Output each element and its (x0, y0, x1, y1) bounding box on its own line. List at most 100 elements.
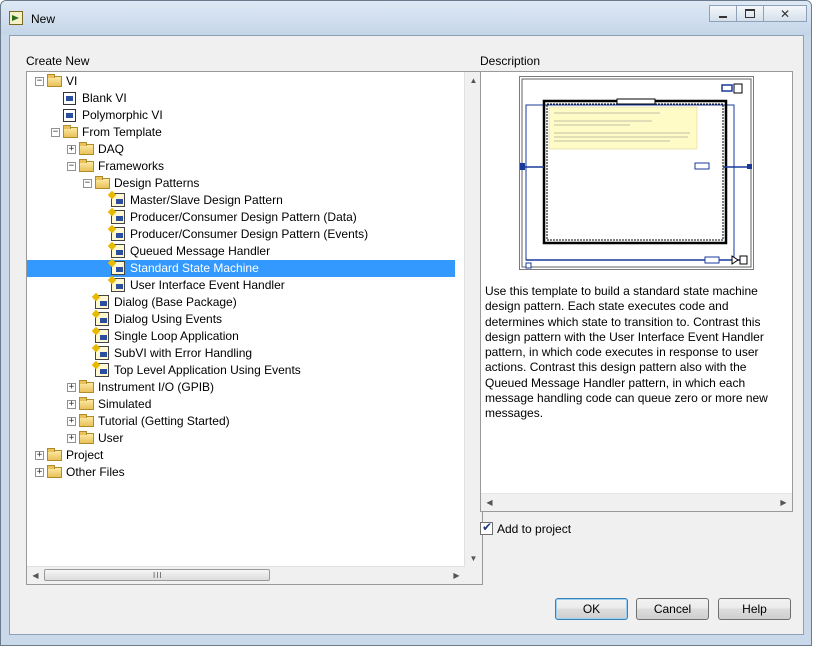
close-button[interactable]: ✕ (763, 5, 807, 22)
tree-item[interactable]: SubVI with Error Handling (27, 345, 455, 362)
tree-item[interactable]: − VI (27, 73, 455, 90)
tree-item-label: Design Patterns (114, 176, 200, 190)
tree-item-label: From Template (82, 125, 162, 139)
scroll-corner (465, 567, 482, 584)
tree-item-label: Producer/Consumer Design Pattern (Data) (130, 210, 357, 224)
tree-item-label: Simulated (98, 397, 152, 411)
folder-icon (95, 176, 110, 189)
folder-icon (79, 380, 94, 393)
template-icon (95, 363, 109, 377)
window-title: New (31, 12, 56, 26)
tree-item[interactable]: + Simulated (27, 396, 455, 413)
tree-item-label: Polymorphic VI (82, 108, 163, 122)
folder-icon (79, 142, 94, 155)
tree-item[interactable]: Single Loop Application (27, 328, 455, 345)
minimize-icon (719, 15, 727, 18)
add-to-project-checkbox[interactable]: ✔ (480, 520, 493, 535)
expand-icon[interactable]: + (35, 468, 44, 477)
block-diagram-preview (482, 76, 754, 270)
tree-item-label: User Interface Event Handler (130, 278, 285, 292)
template-icon (111, 227, 125, 241)
tree-item[interactable]: − From Template (27, 124, 455, 141)
tree-item[interactable]: Dialog Using Events (27, 311, 455, 328)
template-icon (111, 261, 125, 275)
tree-item-label: Tutorial (Getting Started) (98, 414, 230, 428)
scroll-left-icon[interactable]: ◀ (27, 567, 44, 584)
tree-item[interactable]: + Tutorial (Getting Started) (27, 413, 455, 430)
scroll-grip-icon: III (153, 571, 163, 580)
desc-scroll-right-icon[interactable]: ▶ (775, 494, 792, 511)
collapse-icon[interactable]: − (83, 179, 92, 188)
tree-item[interactable]: + Instrument I/O (GPIB) (27, 379, 455, 396)
ok-button[interactable]: OK (555, 598, 628, 620)
window-controls: ✕ (709, 5, 807, 22)
folder-icon (79, 159, 94, 172)
cancel-button[interactable]: Cancel (636, 598, 709, 620)
scroll-right-icon[interactable]: ▶ (448, 567, 465, 584)
scroll-down-icon[interactable]: ▼ (465, 550, 482, 567)
tree-item[interactable]: Producer/Consumer Design Pattern (Events… (27, 226, 455, 243)
tree-item-label: DAQ (98, 142, 125, 156)
folder-icon (47, 448, 62, 461)
expand-icon[interactable]: + (67, 383, 76, 392)
tree-item[interactable]: + Other Files (27, 464, 455, 481)
tree-item[interactable]: − Frameworks (27, 158, 455, 175)
tree-item[interactable]: Standard State Machine (27, 260, 455, 277)
expand-icon[interactable]: + (67, 434, 76, 443)
labview-app-icon (9, 11, 23, 25)
tree-item-label: Frameworks (98, 159, 165, 173)
horizontal-scroll-thumb[interactable]: III (44, 569, 270, 581)
tree-item[interactable]: + Project (27, 447, 455, 464)
expand-icon[interactable]: + (67, 400, 76, 409)
template-icon (111, 278, 125, 292)
tree-item-label: Project (66, 448, 104, 462)
folder-icon (47, 465, 62, 478)
folder-icon (79, 414, 94, 427)
tree-item[interactable]: User Interface Event Handler (27, 277, 455, 294)
tree-item-label: Top Level Application Using Events (114, 363, 301, 377)
tree-item[interactable]: Blank VI (27, 90, 455, 107)
checkmark-icon: ✔ (482, 520, 493, 534)
desc-scroll-left-icon[interactable]: ◀ (481, 494, 498, 511)
tree-item-label: Master/Slave Design Pattern (130, 193, 283, 207)
template-icon (95, 346, 109, 360)
expand-icon[interactable]: + (35, 451, 44, 460)
folder-icon (79, 431, 94, 444)
expand-icon[interactable]: + (67, 145, 76, 154)
tree-item-label: Blank VI (82, 91, 127, 105)
vi-icon (63, 92, 76, 105)
tree-item[interactable]: Top Level Application Using Events (27, 362, 455, 379)
tree-item[interactable]: + DAQ (27, 141, 455, 158)
description-horizontal-scrollbar[interactable]: ◀ ▶ (481, 493, 792, 511)
tree-item-label: VI (66, 74, 78, 88)
template-icon (111, 193, 125, 207)
template-icon (111, 210, 125, 224)
create-new-tree[interactable]: − VI Blank VI Polymorphic VI − From Template +… (26, 71, 483, 585)
tree-item[interactable]: − Design Patterns (27, 175, 455, 192)
tree-item[interactable]: Dialog (Base Package) (27, 294, 455, 311)
close-icon: ✕ (779, 6, 791, 21)
tree-horizontal-scrollbar[interactable]: ◀ III ▶ (27, 566, 465, 584)
collapse-icon[interactable]: − (35, 77, 44, 86)
collapse-icon[interactable]: − (51, 128, 60, 137)
maximize-button[interactable] (736, 5, 764, 22)
tree-item[interactable]: Producer/Consumer Design Pattern (Data) (27, 209, 455, 226)
tree-item-label: Dialog Using Events (114, 312, 223, 326)
new-dialog-window: New ✕ Create New Description − VI Blank VI… (0, 0, 812, 646)
help-button[interactable]: Help (718, 598, 791, 620)
dialog-client-area: Create New Description − VI Blank VI Polymo… (9, 35, 804, 635)
tree-item[interactable]: Master/Slave Design Pattern (27, 192, 455, 209)
minimize-button[interactable] (709, 5, 737, 22)
tree-item[interactable]: + User (27, 430, 455, 447)
tree-item-label: SubVI with Error Handling (114, 346, 253, 360)
expand-icon[interactable]: + (67, 417, 76, 426)
collapse-icon[interactable]: − (67, 162, 76, 171)
title-bar[interactable]: New ✕ (1, 1, 811, 35)
tree-item[interactable]: Polymorphic VI (27, 107, 455, 124)
tree-item-label: Other Files (66, 465, 125, 479)
description-label: Description (480, 54, 541, 68)
template-icon (95, 312, 109, 326)
add-to-project-label[interactable]: Add to project (497, 522, 571, 536)
tree-item-label: Standard State Machine (130, 261, 259, 275)
tree-item[interactable]: Queued Message Handler (27, 243, 455, 260)
